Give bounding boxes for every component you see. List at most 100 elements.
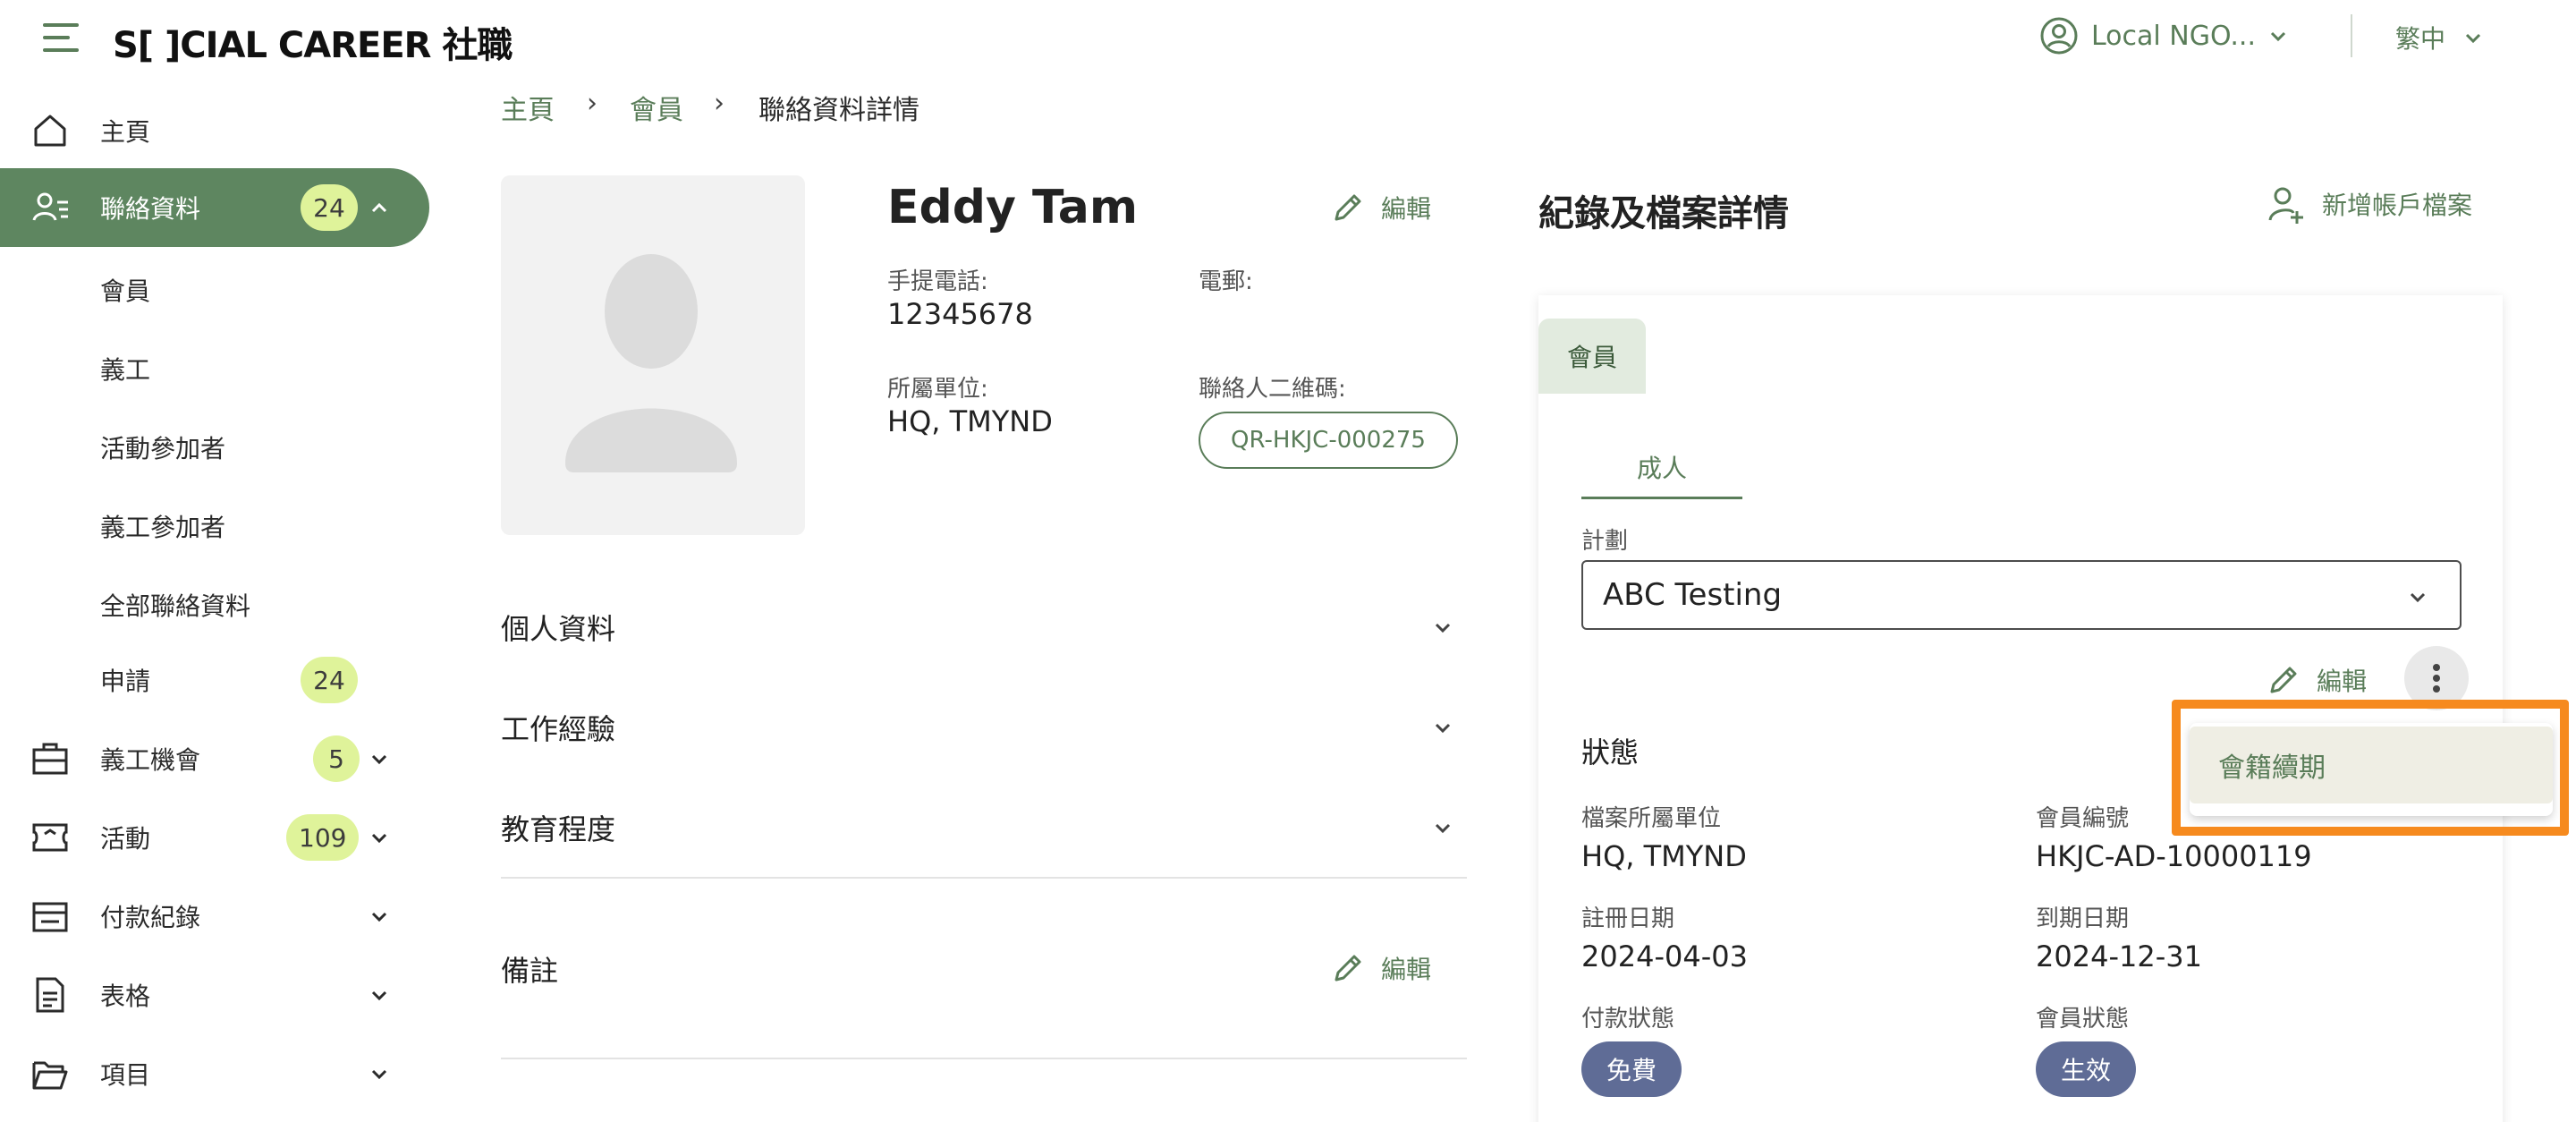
chevron-down-icon [1435, 723, 1451, 734]
sidebar-subitem-all-contacts[interactable]: 全部聯絡資料 [100, 587, 250, 623]
count-badge: 5 [313, 735, 360, 782]
qr-label: 聯絡人二維碼: [1199, 376, 1346, 403]
expiry-date-value: 2024-12-31 [2036, 939, 2202, 973]
sidebar-item-label: 聯絡資料 [100, 194, 201, 224]
mobile-value: 12345678 [887, 297, 1033, 331]
sidebar-item-label: 項目 [100, 1060, 151, 1090]
section-title: 教育程度 [501, 812, 616, 846]
count-badge: 109 [286, 814, 360, 861]
sidebar-subitem-members[interactable]: 會員 [100, 272, 150, 308]
divider [501, 1058, 1467, 1059]
sidebar-item-forms[interactable]: 表格 [0, 956, 429, 1034]
unit-value: HQ, TMYND [887, 404, 1053, 438]
section-education[interactable]: 教育程度 [501, 787, 1467, 868]
section-remarks: 備註 [501, 929, 1467, 1009]
breadcrumb-home[interactable]: 主頁 [501, 88, 555, 127]
user-circle-icon [2040, 17, 2078, 55]
pencil-icon [2270, 667, 2297, 693]
chevron-down-icon [371, 754, 387, 765]
chevron-down-icon [371, 833, 387, 844]
count-badge: 24 [301, 184, 358, 231]
breadcrumb-separator-icon: › [587, 88, 597, 119]
avatar [501, 175, 805, 535]
account-name: Local NGO... [2091, 20, 2256, 52]
count-badge: 24 [301, 657, 358, 703]
plan-label: 計劃 [1581, 528, 1629, 555]
chevron-down-icon [371, 912, 387, 922]
chevron-down-icon [2465, 33, 2481, 44]
person-placeholder-icon [565, 254, 737, 472]
sidebar-item-events[interactable]: 活動 109 [0, 798, 429, 877]
section-personal-info[interactable]: 個人資料 [501, 587, 1467, 667]
add-user-icon [2268, 187, 2303, 224]
contacts-icon [32, 192, 68, 221]
plan-value: ABC Testing [1603, 577, 1783, 613]
unit-label: 所屬單位: [887, 376, 988, 403]
section-work-experience[interactable]: 工作經驗 [501, 687, 1467, 768]
breadcrumb-members[interactable]: 會員 [630, 88, 683, 127]
plan-select[interactable]: ABC Testing [1581, 560, 2462, 630]
tab-member[interactable]: 會員 [1538, 319, 1646, 394]
sidebar-item-payments[interactable]: 付款紀錄 [0, 877, 429, 956]
sidebar-item-label: 主頁 [100, 117, 151, 147]
member-no-value: HKJC-AD-10000119 [2036, 839, 2312, 873]
edit-label: 編輯 [1381, 955, 1432, 984]
payment-status-label: 付款狀態 [1581, 1006, 1675, 1033]
profile-unit-label: 檔案所屬單位 [1581, 805, 1722, 832]
chevron-down-icon [1435, 823, 1451, 834]
chevron-down-icon [371, 1069, 387, 1080]
breadcrumb-separator-icon: › [714, 88, 724, 119]
sidebar-item-contacts[interactable]: 聯絡資料 24 [0, 168, 429, 247]
edit-record-button[interactable]: 編輯 [2267, 662, 2367, 698]
sidebar-item-home[interactable]: 主頁 [0, 91, 429, 170]
sidebar-item-label: 付款紀錄 [100, 903, 201, 932]
member-status-label: 會員狀態 [2036, 1006, 2130, 1033]
app-logo[interactable]: S[ ]CIAL CAREER 社職 [113, 16, 513, 68]
menu-toggle-icon[interactable] [43, 21, 79, 54]
registration-date-label: 註冊日期 [1581, 905, 1675, 932]
section-title: 備註 [501, 954, 559, 988]
ticket-icon [32, 823, 68, 852]
member-status-badge: 生效 [2036, 1041, 2137, 1097]
divider [2351, 14, 2352, 57]
account-menu[interactable]: Local NGO... [2039, 16, 2288, 55]
sidebar-item-label: 申請 [100, 667, 151, 696]
member-no-label: 會員編號 [2036, 805, 2130, 832]
add-account-profile-button[interactable]: 新增帳戶檔案 [2267, 184, 2472, 224]
registration-date-value: 2024-04-03 [1581, 939, 1748, 973]
language-label: 繁中 [2395, 24, 2446, 54]
chevron-up-icon [371, 202, 387, 213]
edit-label: 編輯 [2317, 667, 2368, 696]
edit-label: 編輯 [1381, 194, 1432, 224]
records-title: 紀錄及檔案詳情 [1538, 193, 1789, 234]
edit-remarks-button[interactable]: 編輯 [1331, 950, 1431, 986]
sidebar-item-projects[interactable]: 項目 [0, 1034, 429, 1113]
section-title: 工作經驗 [501, 712, 616, 746]
chevron-down-icon [1435, 623, 1451, 633]
folder-icon [32, 1061, 68, 1090]
pencil-icon [1335, 194, 1361, 221]
sidebar-item-label: 表格 [100, 982, 151, 1011]
pencil-icon [1335, 955, 1361, 982]
chevron-down-icon [2270, 31, 2286, 42]
subtab-adult[interactable]: 成人 [1581, 449, 1742, 499]
sidebar-subitem-event-participants[interactable]: 活動參加者 [100, 429, 225, 465]
document-icon [36, 977, 64, 1013]
mobile-label: 手提電話: [887, 268, 988, 295]
edit-profile-button[interactable]: 編輯 [1331, 190, 1431, 225]
qr-code-chip[interactable]: QR-HKJC-000275 [1199, 412, 1458, 469]
briefcase-icon [32, 743, 68, 775]
sidebar-item-label: 義工機會 [100, 745, 201, 775]
sidebar-subitem-volunteer-participants[interactable]: 義工參加者 [100, 508, 225, 544]
section-title: 個人資料 [501, 612, 616, 646]
home-icon [34, 115, 66, 147]
divider [501, 877, 1467, 879]
sidebar-item-label: 活動 [100, 824, 151, 854]
status-heading: 狀態 [1581, 735, 1640, 769]
sidebar-subitem-volunteers[interactable]: 義工 [100, 351, 150, 387]
language-selector[interactable]: 繁中 [2395, 20, 2483, 55]
contact-name: Eddy Tam [887, 181, 1139, 234]
sidebar-item-applications[interactable]: 申請 24 [0, 641, 429, 719]
sidebar-item-volunteer-opportunities[interactable]: 義工機會 5 [0, 719, 429, 798]
profile-unit-value: HQ, TMYND [1581, 839, 1747, 873]
